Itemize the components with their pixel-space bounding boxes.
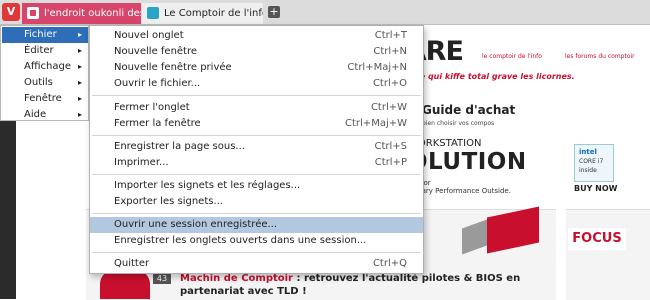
article-lead[interactable]: Machin de Comptoir [180, 273, 293, 284]
menu-label: Aide [24, 109, 47, 120]
article-thumbnail[interactable] [100, 270, 150, 299]
menu-item-import-bookmarks[interactable]: Importer les signets et les réglages... [90, 178, 423, 194]
menu-shortcut: Ctrl+Q [372, 258, 407, 269]
menu-shortcut: Ctrl+T [374, 30, 407, 41]
chevron-right-icon: ▸ [77, 94, 82, 103]
menu-item-outils[interactable]: Outils ▸ [2, 75, 88, 91]
menu-label: Outils [24, 77, 53, 88]
menu-item-aide[interactable]: Aide ▸ [2, 107, 88, 123]
menu-label: Imprimer... [114, 157, 169, 168]
ad-line-2: OLUTION [408, 149, 527, 175]
menu-separator [92, 213, 421, 214]
chevron-right-icon: ▸ [77, 62, 82, 71]
tab-title: l'endroit oukonli des trucs [44, 8, 141, 19]
menu-label: Nouvel onglet [114, 30, 184, 41]
menu-label: Nouvelle fenêtre privée [114, 62, 232, 73]
menu-separator [92, 252, 421, 253]
menu-label: Affichage [24, 61, 71, 72]
favicon-icon [27, 7, 39, 19]
new-tab-button[interactable]: + [268, 6, 280, 18]
chip-line-2: inside [579, 167, 597, 174]
guide-achat-link[interactable]: Guide d'achat [422, 103, 515, 117]
focus-panel [566, 209, 650, 300]
menu-shortcut: Ctrl+S [374, 141, 407, 152]
menu-item-close-window[interactable]: Fermer la fenêtre Ctrl+Maj+W [90, 116, 423, 132]
menu-label: Fenêtre [24, 93, 62, 104]
menu-label: Éditer [24, 45, 54, 56]
menu-shortcut: Ctrl+P [374, 157, 407, 168]
menu-label: Ouvrir une session enregistrée... [114, 219, 278, 230]
menu-item-new-private-window[interactable]: Nouvelle fenêtre privée Ctrl+Maj+N [90, 60, 423, 76]
menu-item-new-window[interactable]: Nouvelle fenêtre Ctrl+N [90, 44, 423, 60]
article-headline[interactable]: Machin de Comptoir : retrouvez l'actuali… [180, 272, 560, 298]
menu-label: Fichier [24, 29, 57, 40]
menu-separator [92, 95, 421, 96]
tab-bar: V l'endroit oukonli des trucs Le Comptoi… [0, 0, 650, 25]
menu-item-editer[interactable]: Éditer ▸ [2, 43, 88, 59]
chevron-right-icon: ▸ [77, 30, 82, 39]
menu-shortcut: Ctrl+W [370, 102, 407, 113]
menu-item-save-session[interactable]: Enregistrer les onglets ouverts dans une… [90, 233, 423, 249]
menu-item-print[interactable]: Imprimer... Ctrl+P [90, 155, 423, 171]
menu-item-quit[interactable]: Quitter Ctrl+Q [90, 256, 423, 272]
menu-item-export-bookmarks[interactable]: Exporter les signets... [90, 194, 423, 210]
menu-shortcut: Ctrl+N [373, 46, 407, 57]
menu-shortcut: Ctrl+O [372, 78, 407, 89]
menu-label: Enregistrer la page sous... [114, 141, 245, 152]
intel-logo: intel [579, 148, 597, 156]
menu-item-open-session[interactable]: Ouvrir une session enregistrée... [90, 217, 423, 233]
menu-label: Ouvrir le fichier... [114, 78, 201, 89]
main-menu: Fichier ▸ Éditer ▸ Affichage ▸ Outils ▸ … [0, 25, 89, 121]
favicon-icon [147, 7, 159, 19]
link-comptoir[interactable]: le comptoir de l'info [482, 53, 542, 60]
focus-heading: FOCUS [568, 228, 626, 250]
intel-badge: intel CORE i7 inside [574, 144, 614, 182]
menu-item-fichier[interactable]: Fichier ▸ [2, 27, 88, 43]
tab-comptoir[interactable]: Le Comptoir de l'info [142, 3, 263, 24]
menu-item-fenetre[interactable]: Fenêtre ▸ [2, 91, 88, 107]
tab-active[interactable]: l'endroit oukonli des trucs [22, 3, 141, 24]
vivaldi-menu-button[interactable]: V [2, 3, 20, 21]
buy-now-link[interactable]: BUY NOW [574, 184, 618, 193]
file-submenu: Nouvel onglet Ctrl+T Nouvelle fenêtre Ct… [89, 25, 424, 274]
tab-title: Le Comptoir de l'info [164, 8, 263, 19]
site-slogan: ware qui kiffe total grave les licornes. [403, 72, 575, 81]
chevron-right-icon: ▸ [77, 78, 82, 87]
chip-line-1: CORE i7 [579, 158, 604, 165]
guide-subtitle: bien choisir vos compos [422, 120, 495, 127]
menu-item-close-tab[interactable]: Fermer l'onglet Ctrl+W [90, 100, 423, 116]
menu-separator [92, 174, 421, 175]
menu-label: Nouvelle fenêtre [114, 46, 198, 57]
menu-label: Importer les signets et les réglages... [114, 180, 301, 191]
menu-label: Quitter [114, 258, 150, 269]
link-forums[interactable]: les forums du comptoir [565, 53, 635, 60]
menu-label: Enregistrer les onglets ouverts dans une… [114, 235, 367, 246]
menu-item-open-file[interactable]: Ouvrir le fichier... Ctrl+O [90, 76, 423, 92]
menu-item-save-page[interactable]: Enregistrer la page sous... Ctrl+S [90, 139, 423, 155]
chevron-right-icon: ▸ [77, 110, 82, 119]
menu-shortcut: Ctrl+Maj+W [345, 118, 407, 129]
menu-label: Exporter les signets... [114, 196, 223, 207]
menu-item-new-tab[interactable]: Nouvel onglet Ctrl+T [90, 28, 423, 44]
menu-item-affichage[interactable]: Affichage ▸ [2, 59, 88, 75]
comment-count-badge: 43 [153, 273, 171, 284]
menu-label: Fermer l'onglet [114, 102, 190, 113]
menu-label: Fermer la fenêtre [114, 118, 201, 129]
chevron-right-icon: ▸ [77, 46, 82, 55]
menu-shortcut: Ctrl+Maj+N [347, 62, 407, 73]
menu-separator [92, 135, 421, 136]
